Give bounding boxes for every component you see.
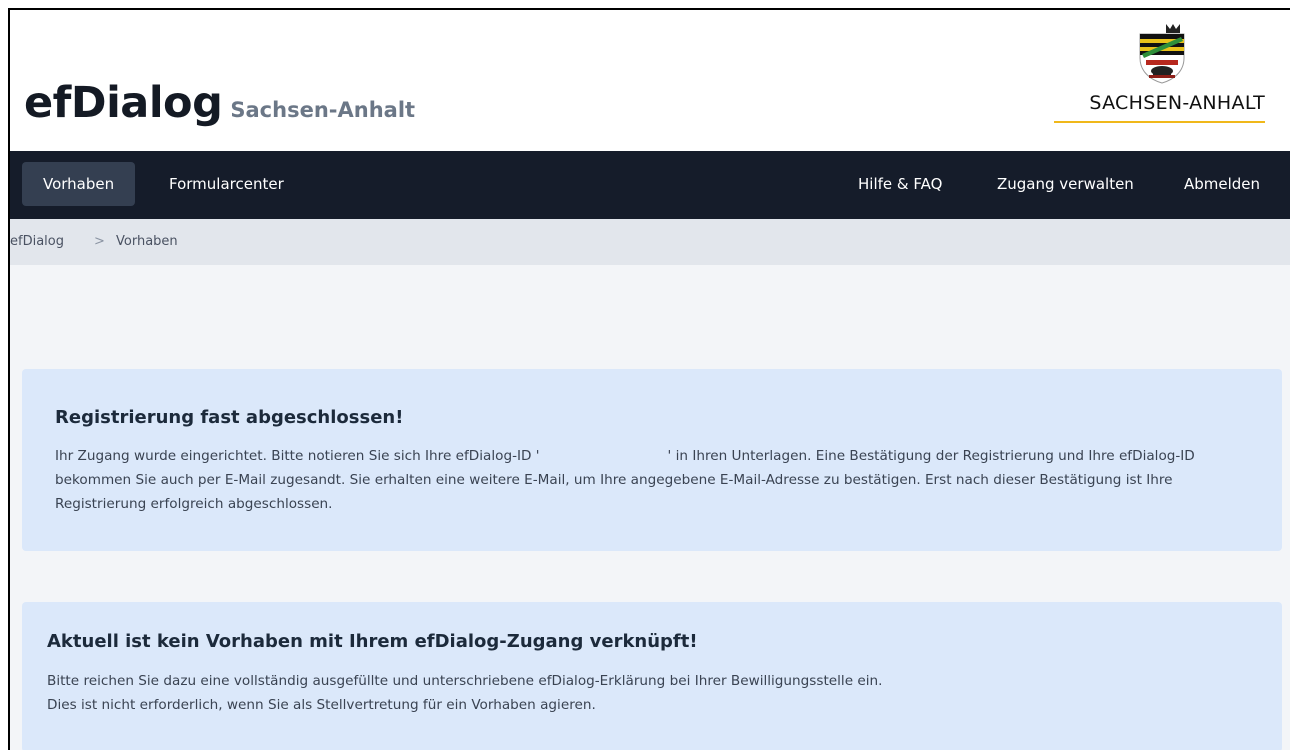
app-frame: efDialog Sachsen-Anhalt SACHSEN-ANHALT V… — [8, 8, 1290, 750]
nav-item-zugang-verwalten[interactable]: Zugang verwalten — [976, 162, 1155, 206]
no-project-notice-text: Bitte reichen Sie dazu eine vollständig … — [47, 669, 1257, 717]
no-project-line-1: Bitte reichen Sie dazu eine vollständig … — [47, 673, 883, 689]
brand-subtitle: Sachsen-Anhalt — [230, 98, 416, 122]
no-project-notice: Aktuell ist kein Vorhaben mit Ihrem efDi… — [22, 602, 1282, 750]
breadcrumb-separator-icon: > — [94, 234, 105, 249]
registration-text-part-1: Ihr Zugang wurde eingerichtet. Bitte not… — [55, 448, 540, 464]
no-project-notice-title: Aktuell ist kein Vorhaben mit Ihrem efDi… — [47, 631, 698, 652]
nav-item-hilfe-faq[interactable]: Hilfe & FAQ — [837, 162, 963, 206]
brand-name: efDialog — [24, 78, 223, 128]
nav-item-vorhaben[interactable]: Vorhaben — [22, 162, 136, 206]
breadcrumb-item-vorhaben: Vorhaben — [116, 234, 178, 249]
brand[interactable]: efDialog Sachsen-Anhalt — [24, 78, 415, 138]
breadcrumb-item-efdialog[interactable]: efDialog — [10, 234, 64, 249]
nav-item-abmelden[interactable]: Abmelden — [1163, 162, 1281, 206]
registration-notice-text: Ihr Zugang wurde eingerichtet. Bitte not… — [55, 444, 1260, 516]
nav-item-formularcenter[interactable]: Formularcenter — [148, 162, 305, 206]
logo-accent-line — [1054, 121, 1265, 123]
page-header: efDialog Sachsen-Anhalt SACHSEN-ANHALT — [10, 10, 1290, 151]
logo-wordmark: SACHSEN-ANHALT — [1089, 92, 1265, 114]
state-logo[interactable]: SACHSEN-ANHALT — [1050, 20, 1270, 138]
main-navigation: Vorhaben Formularcenter Hilfe & FAQ Zuga… — [10, 151, 1290, 219]
registration-notice: Registrierung fast abgeschlossen! Ihr Zu… — [22, 369, 1282, 551]
no-project-line-2: Dies ist nicht erforderlich, wenn Sie al… — [47, 697, 596, 713]
registration-notice-title: Registrierung fast abgeschlossen! — [55, 407, 404, 428]
breadcrumb: efDialog > Vorhaben — [10, 219, 1290, 265]
coat-of-arms-icon — [1139, 24, 1185, 84]
